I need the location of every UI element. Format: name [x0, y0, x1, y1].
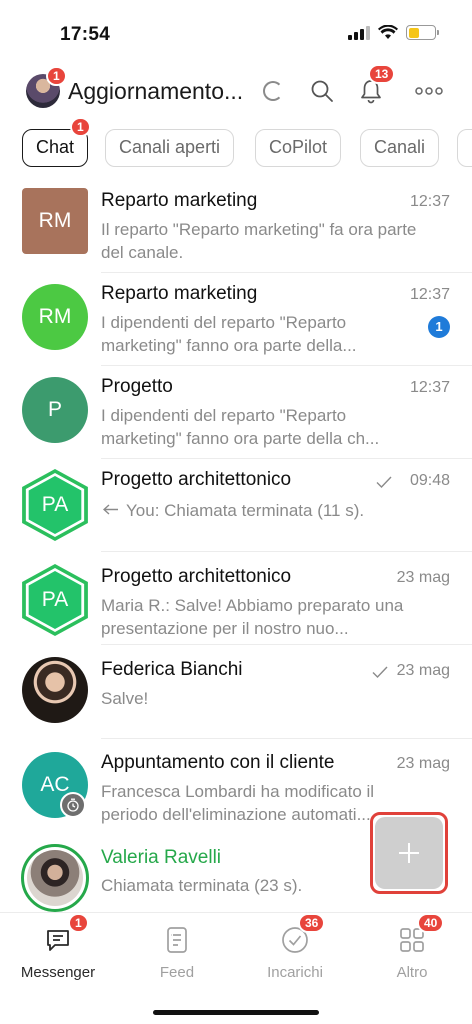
status-time: 17:54 — [60, 24, 111, 45]
battery-icon — [406, 25, 439, 40]
chat-time: 23 mag — [396, 569, 450, 586]
chat-preview: I dipendenti del reparto "Reparto market… — [101, 313, 357, 355]
avatar-initials: P — [47, 398, 62, 421]
chat-preview: Salve! — [101, 689, 149, 708]
nav-label: Altro — [396, 964, 428, 981]
chat-title: Reparto marketing — [101, 283, 258, 304]
chat-preview: I dipendenti del reparto "Reparto market… — [101, 406, 380, 448]
chat-title: Appuntamento con il cliente — [101, 752, 335, 773]
nav-label: Feed — [159, 964, 195, 981]
wifi-icon — [378, 25, 398, 39]
chat-preview: Maria R.: Salve! Abbiamo preparato una p… — [101, 596, 404, 638]
chat-time: 12:37 — [409, 379, 450, 396]
avatar: PA — [22, 469, 88, 541]
avatar-initials: RM — [38, 209, 72, 232]
feed-icon — [162, 925, 192, 955]
check-icon — [372, 666, 388, 678]
avatar: RM — [22, 188, 88, 254]
nav-label: Incarichi — [267, 964, 323, 981]
reply-icon — [103, 504, 118, 515]
nav-feed[interactable]: Feed — [127, 925, 227, 981]
chat-time: 12:37 — [409, 286, 450, 303]
chat-time: 09:48 — [409, 472, 450, 489]
chat-title: Reparto marketing — [101, 190, 258, 211]
new-chat-button[interactable] — [375, 817, 443, 889]
avatar: P — [22, 377, 88, 443]
avatar-initials: PA — [41, 588, 69, 611]
bottom-nav: Messenger 1 Feed Incarichi 36 Altro 40 — [0, 912, 472, 1024]
plus-icon — [399, 843, 419, 863]
chat-title: Progetto — [101, 376, 173, 397]
tab-open-channels[interactable]: Canali aperti — [105, 129, 235, 167]
chat-time: 23 mag — [396, 662, 450, 679]
avatar: RM — [22, 284, 88, 350]
tab-channels[interactable]: Canali — [360, 129, 440, 167]
nav-tasks[interactable]: Incarichi — [245, 925, 345, 981]
nav-more[interactable]: Altro — [362, 925, 462, 981]
list-item[interactable]: RM Reparto marketing 12:37 Il reparto "R… — [0, 180, 472, 273]
header: 1 Aggiornamento... 13 — [0, 64, 472, 118]
list-item[interactable]: PA Progetto architettonico 23 mag Maria … — [0, 552, 472, 645]
nav-messenger[interactable]: Messenger — [8, 925, 108, 981]
page-title: Aggiornamento... — [68, 78, 244, 104]
notifications-badge: 13 — [368, 64, 396, 84]
tab-more[interactable] — [457, 129, 472, 167]
chat-preview: You: Chiamata terminata (11 s). — [126, 501, 365, 520]
chat-title: Valeria Ravelli — [101, 847, 222, 868]
avatar — [22, 657, 88, 723]
messenger-badge: 1 — [68, 913, 89, 933]
cellular-signal-icon — [348, 25, 370, 40]
unread-badge: 1 — [428, 316, 450, 338]
avatar-initials: PA — [41, 493, 69, 516]
more-icon[interactable] — [414, 76, 444, 106]
tab-copilot[interactable]: CoPilot — [255, 129, 342, 167]
avatar — [21, 844, 89, 912]
chat-time: 12:37 — [409, 193, 450, 210]
more-badge: 40 — [417, 913, 445, 933]
loading-spinner-icon — [263, 81, 283, 101]
tab-chat-badge: 1 — [70, 117, 91, 137]
search-icon[interactable] — [307, 76, 337, 106]
avatar-initials: RM — [38, 305, 72, 328]
avatar: PA — [22, 564, 88, 636]
chat-title: Progetto architettonico — [101, 469, 292, 490]
chat-time: 23 mag — [396, 755, 450, 772]
avatar-badge: 1 — [46, 66, 67, 86]
list-item[interactable]: Federica Bianchi 23 mag Salve! — [0, 645, 472, 739]
list-item[interactable]: P Progetto 12:37 I dipendenti del repart… — [0, 366, 472, 459]
chat-title: Federica Bianchi — [101, 659, 243, 680]
tasks-badge: 36 — [298, 913, 326, 933]
list-item[interactable]: PA Progetto architettonico 09:48 You: Ch… — [0, 459, 472, 552]
nav-label: Messenger — [20, 964, 96, 981]
home-indicator — [153, 1010, 319, 1015]
timer-icon — [60, 792, 86, 818]
chat-preview: Il reparto "Reparto marketing" fa ora pa… — [101, 220, 417, 262]
divider — [101, 738, 472, 739]
check-icon — [376, 476, 392, 488]
filter-tabs: Chat Canali aperti CoPilot Canali — [0, 129, 472, 169]
chat-title: Progetto architettonico — [101, 566, 292, 587]
status-icons — [348, 25, 439, 40]
status-bar: 17:54 — [0, 0, 472, 64]
chat-bubble-icon — [43, 925, 73, 955]
list-item[interactable]: RM Reparto marketing 12:37 I dipendenti … — [0, 273, 472, 366]
